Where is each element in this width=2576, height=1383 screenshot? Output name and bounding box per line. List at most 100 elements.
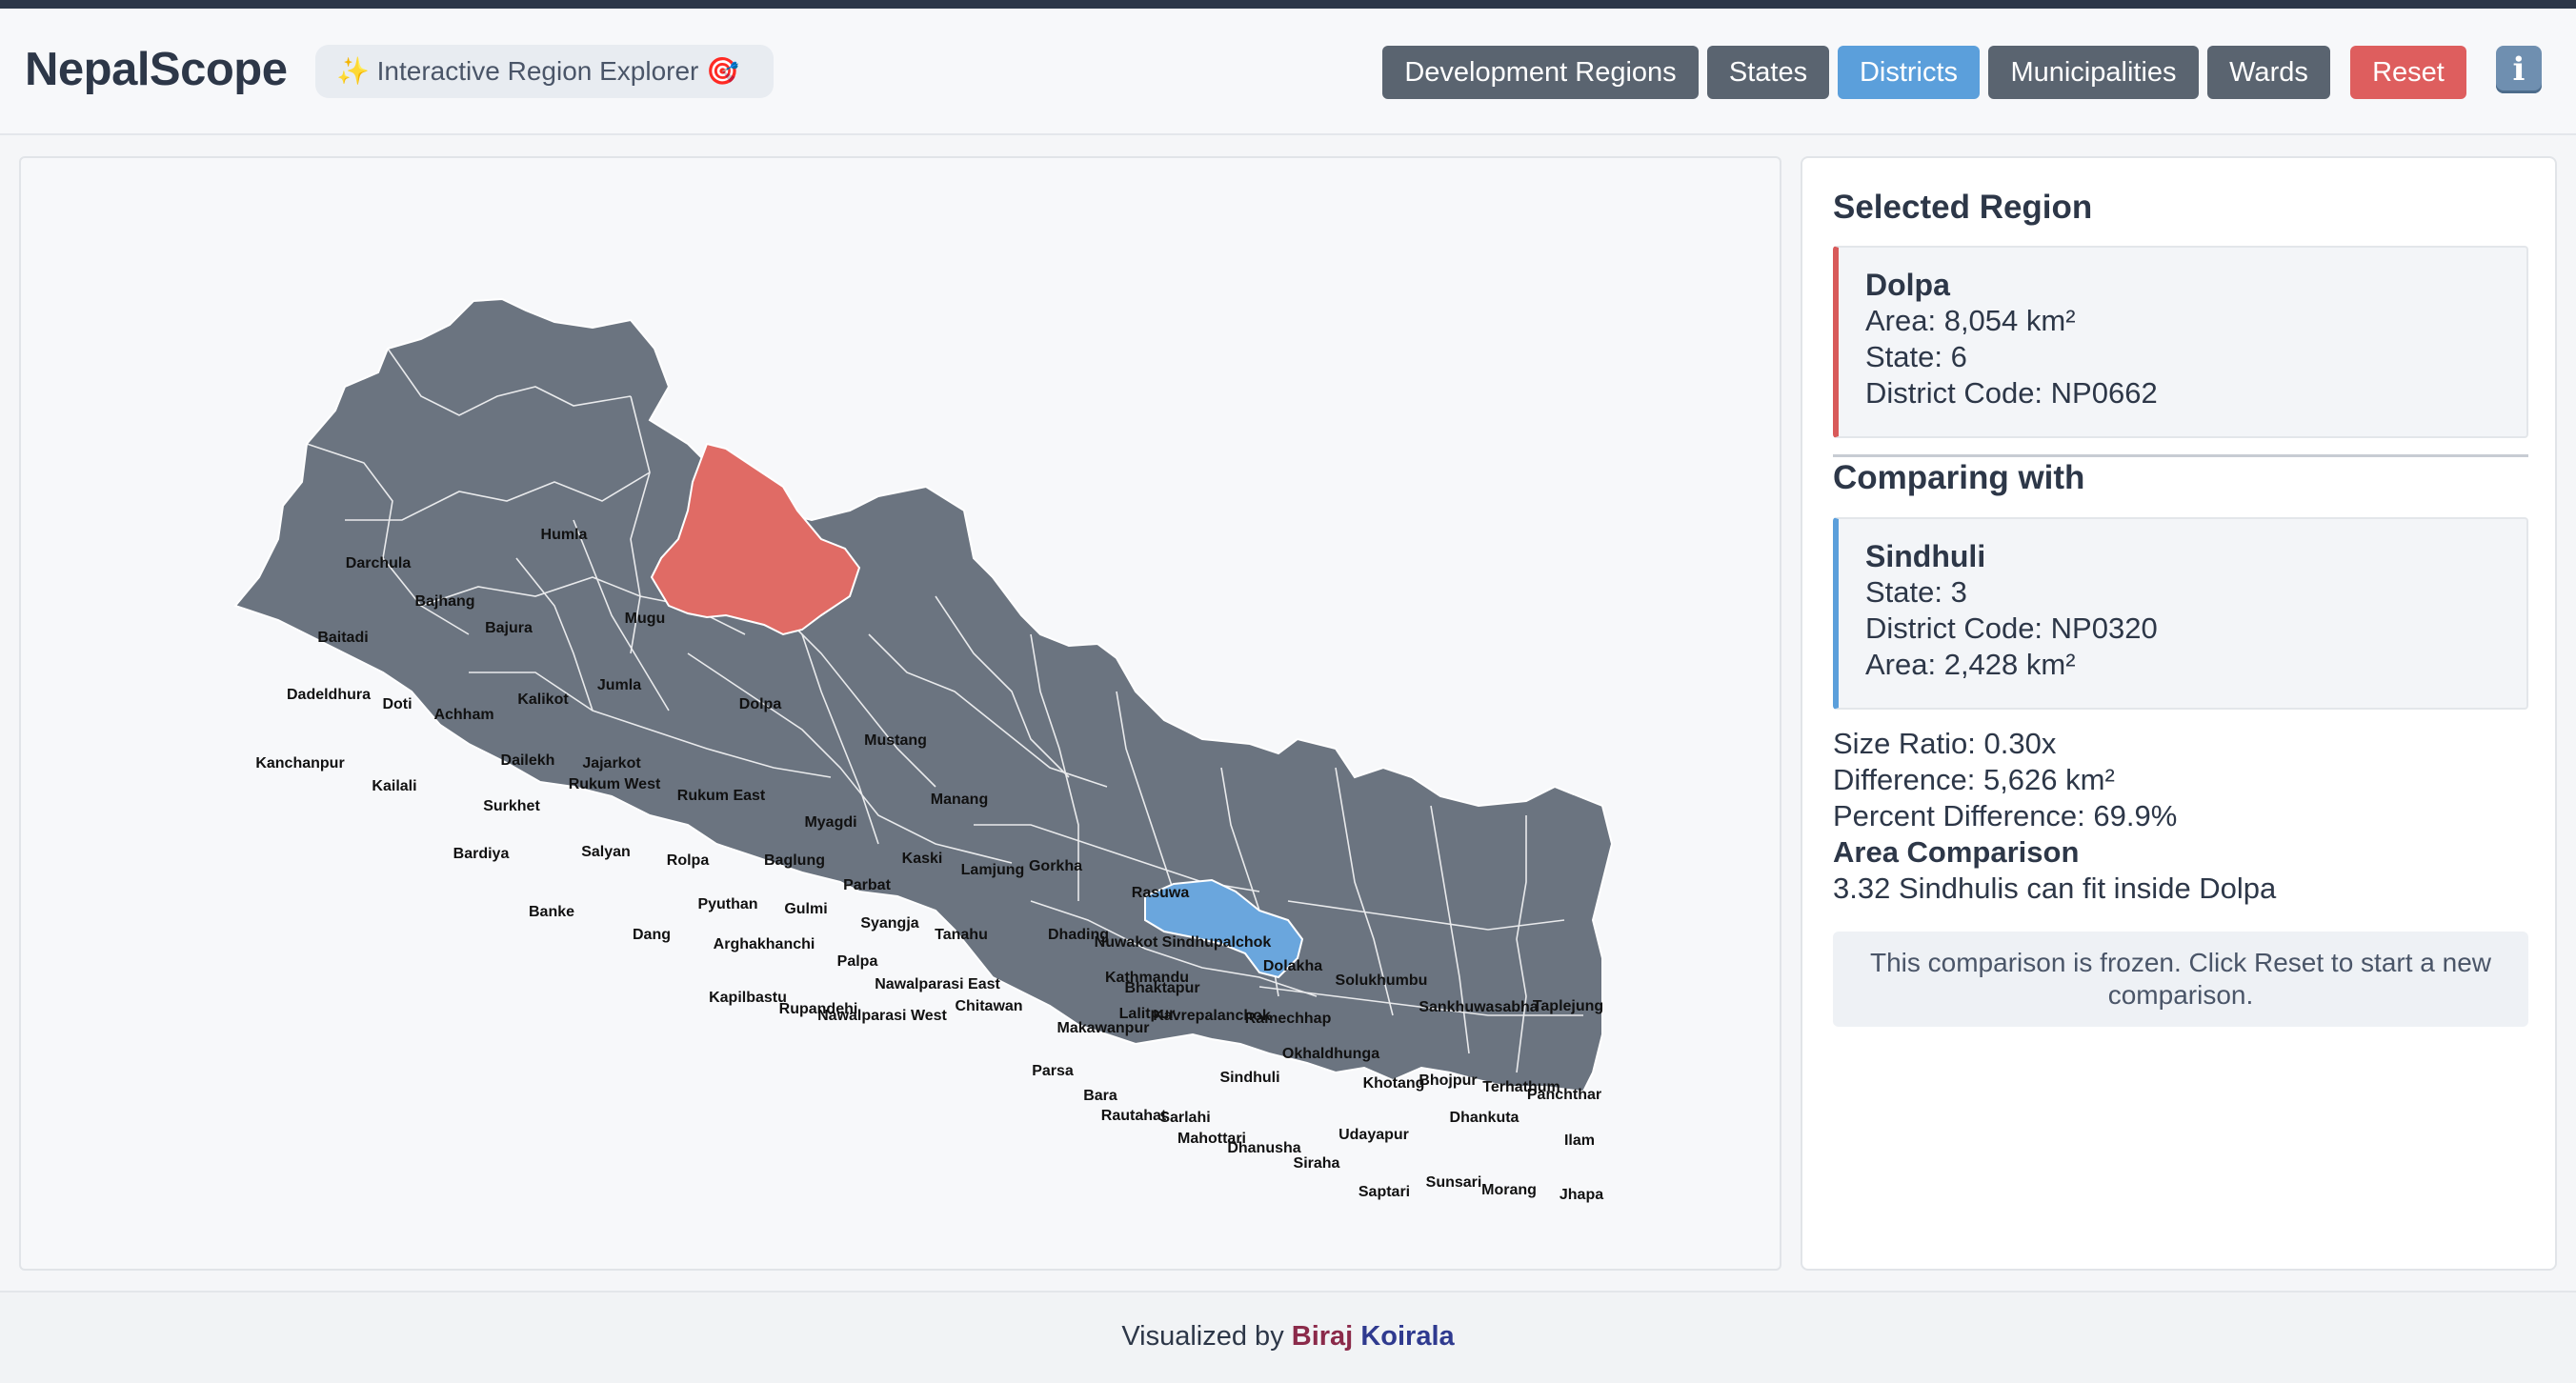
district-label-kanchanpur: Kanchanpur xyxy=(255,755,344,772)
district-label-arghakhanchi: Arghakhanchi xyxy=(714,936,815,952)
district-label-palpa: Palpa xyxy=(837,953,878,970)
districts-button[interactable]: Districts xyxy=(1838,46,1980,99)
district-label-dolakha: Dolakha xyxy=(1263,958,1322,974)
district-label-panchthar: Panchthar xyxy=(1527,1087,1601,1103)
selected-region-state: State: 6 xyxy=(1865,340,1967,373)
info-panel: Selected Region Dolpa Area: 8,054 km² St… xyxy=(1801,156,2557,1271)
district-label-morang: Morang xyxy=(1481,1182,1537,1198)
district-label-jumla: Jumla xyxy=(597,677,641,693)
district-label-bara: Bara xyxy=(1083,1088,1117,1104)
district-label-surkhet: Surkhet xyxy=(483,798,540,814)
district-label-jajarkot: Jajarkot xyxy=(582,755,641,772)
district-label-dhankuta: Dhankuta xyxy=(1450,1110,1519,1126)
district-label-baglung: Baglung xyxy=(764,852,825,869)
district-label-gorkha: Gorkha xyxy=(1029,858,1082,874)
district-label-pyuthan: Pyuthan xyxy=(697,896,757,912)
district-label-jhapa: Jhapa xyxy=(1560,1187,1603,1203)
comparison-stats: Size Ratio: 0.30x Difference: 5,626 km² … xyxy=(1833,726,2276,907)
district-label-mugu: Mugu xyxy=(625,611,666,627)
footer-prefix: Visualized by xyxy=(1121,1321,1284,1352)
district-label-bajura: Bajura xyxy=(485,620,533,636)
district-label-dadeldhura: Dadeldhura xyxy=(287,687,371,703)
district-label-parbat: Parbat xyxy=(843,877,891,893)
district-label-sunsari: Sunsari xyxy=(1426,1174,1482,1191)
district-label-rukum-west: Rukum West xyxy=(569,776,661,792)
author-last-name[interactable]: Koirala xyxy=(1360,1321,1454,1352)
district-label-rukum-east: Rukum East xyxy=(677,788,766,804)
states-button[interactable]: States xyxy=(1707,46,1829,99)
district-label-rolpa: Rolpa xyxy=(667,852,710,869)
size-ratio: Size Ratio: 0.30x xyxy=(1833,727,2057,760)
district-label-doti: Doti xyxy=(382,696,412,712)
district-label-myagdi: Myagdi xyxy=(804,814,856,831)
frozen-comparison-note: This comparison is frozen. Click Reset t… xyxy=(1833,932,2528,1027)
district-label-salyan: Salyan xyxy=(581,844,631,860)
district-label-sindhuli: Sindhuli xyxy=(1219,1070,1279,1086)
district-label-taplejung: Taplejung xyxy=(1533,998,1603,1014)
author-first-name[interactable]: Biraj xyxy=(1292,1321,1353,1352)
district-label-sindhupalchok: Sindhupalchok xyxy=(1162,934,1272,951)
target-icon: 🎯 xyxy=(706,56,740,86)
district-label-chitawan: Chitawan xyxy=(955,998,1022,1014)
district-label-ilam: Ilam xyxy=(1564,1132,1595,1149)
municipalities-button[interactable]: Municipalities xyxy=(1988,46,2199,99)
district-label-nuwakot: Nuwakot xyxy=(1095,934,1158,951)
district-label-parsa: Parsa xyxy=(1032,1063,1074,1079)
district-label-dang: Dang xyxy=(633,927,671,943)
district-label-dolpa: Dolpa xyxy=(739,696,782,712)
comparing-region-state: State: 3 xyxy=(1865,575,1967,609)
district-label-makawanpur: Makawanpur xyxy=(1057,1020,1150,1036)
area-comparison-text: 3.32 Sindhulis can fit inside Dolpa xyxy=(1833,872,2277,905)
district-label-rasuwa: Rasuwa xyxy=(1132,885,1190,901)
nepal-map[interactable]: Humla Darchula Bajhang Mugu Bajura Baitadi Jum… xyxy=(21,158,1783,1273)
district-label-baitadi: Baitadi xyxy=(317,630,368,646)
map-panel: Humla Darchula Bajhang Mugu Bajura Baitadi Jum… xyxy=(19,156,1781,1271)
app-header: NepalScope ✨ Interactive Region Explorer… xyxy=(0,9,2576,135)
district-label-banke: Banke xyxy=(529,904,574,920)
selected-region-heading: Selected Region xyxy=(1833,189,2093,226)
district-label-bajhang: Bajhang xyxy=(414,593,474,610)
district-label-okhaldhunga: Okhaldhunga xyxy=(1282,1046,1379,1062)
comparing-region-card: Sindhuli State: 3 District Code: NP0320 … xyxy=(1833,517,2528,710)
district-label-kaski: Kaski xyxy=(902,851,943,867)
district-label-nawalparasi-west: Nawalparasi West xyxy=(817,1008,947,1024)
wards-button[interactable]: Wards xyxy=(2207,46,2330,99)
area-comparison-title: Area Comparison xyxy=(1833,835,2080,869)
district-label-dhanusha: Dhanusha xyxy=(1227,1140,1300,1156)
district-label-dailekh: Dailekh xyxy=(501,752,555,769)
district-label-kapilbastu: Kapilbastu xyxy=(709,990,787,1006)
sparkles-icon: ✨ xyxy=(336,56,370,86)
comparing-region-name: Sindhuli xyxy=(1865,539,1986,573)
comparing-heading: Comparing with xyxy=(1833,459,2085,496)
district-label-kailali: Kailali xyxy=(372,778,416,794)
district-label-siraha: Siraha xyxy=(1294,1155,1340,1172)
district-label-kalikot: Kalikot xyxy=(517,692,569,708)
district-label-mustang: Mustang xyxy=(864,732,927,749)
top-accent-bar xyxy=(0,0,2576,9)
district-label-manang: Manang xyxy=(931,792,988,808)
district-label-udayapur: Udayapur xyxy=(1338,1127,1409,1143)
district-label-tanahu: Tanahu xyxy=(935,927,988,943)
tagline-text: Interactive Region Explorer xyxy=(376,56,699,86)
district-label-bardiya: Bardiya xyxy=(453,846,510,862)
comparing-region-area: Area: 2,428 km² xyxy=(1865,648,2076,681)
info-icon[interactable]: i xyxy=(2496,46,2542,93)
divider xyxy=(1833,454,2528,457)
district-label-rautahat: Rautahat xyxy=(1101,1108,1167,1124)
district-label-nawalparasi-east: Nawalparasi East xyxy=(875,976,1000,992)
district-label-bhaktapur: Bhaktapur xyxy=(1124,980,1199,996)
district-label-ramechhap: Ramechhap xyxy=(1245,1011,1332,1027)
district-label-syangja: Syangja xyxy=(860,915,918,932)
selected-region-area: Area: 8,054 km² xyxy=(1865,304,2076,337)
app-title: NepalScope xyxy=(25,44,288,95)
reset-button[interactable]: Reset xyxy=(2350,46,2466,99)
district-label-humla: Humla xyxy=(541,527,588,543)
selected-region-code: District Code: NP0662 xyxy=(1865,376,2158,410)
development-regions-button[interactable]: Development Regions xyxy=(1382,46,1699,99)
district-label-darchula: Darchula xyxy=(346,555,412,571)
district-label-sankhuwasabha: Sankhuwasabha xyxy=(1419,999,1538,1015)
district-label-saptari: Saptari xyxy=(1358,1184,1410,1200)
tagline-badge: ✨ Interactive Region Explorer 🎯 xyxy=(315,45,774,98)
district-label-bhojpur: Bhojpur xyxy=(1419,1072,1477,1089)
selected-region-name: Dolpa xyxy=(1865,268,1950,302)
